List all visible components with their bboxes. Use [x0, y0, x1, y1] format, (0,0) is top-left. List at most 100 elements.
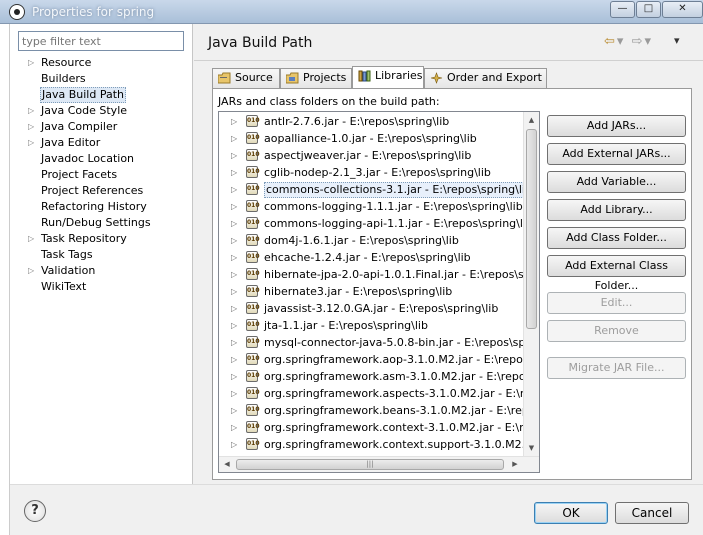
tab-libraries[interactable]: Libraries — [352, 66, 424, 88]
jar-list[interactable]: ▷ 010 antlr-2.7.6.jar - E:\repos\spring\li… — [218, 111, 540, 473]
help-icon[interactable]: ? — [24, 500, 46, 522]
jar-row[interactable]: ▷ 010 cglib-nodep-2.1_3.jar - E:\repos\spr… — [219, 164, 525, 181]
close-button[interactable]: ✕ — [662, 1, 703, 18]
jar-file-icon: 010 — [246, 285, 260, 297]
jar-row[interactable]: ▷ 010 javassist-3.12.0.GA.jar - E:\repos\s… — [219, 300, 525, 317]
expand-arrow-icon[interactable]: ▷ — [28, 103, 34, 119]
tab-order-and-export[interactable]: Order and Export — [424, 68, 547, 88]
remove-button[interactable]: Remove — [547, 320, 686, 342]
add-jars-button[interactable]: Add JARs... — [547, 115, 686, 137]
add-external-jars-button[interactable]: Add External JARs... — [547, 143, 686, 165]
expand-arrow-icon[interactable]: ▷ — [231, 368, 237, 385]
nav-item[interactable]: ▷ Java Compiler — [10, 119, 193, 135]
forward-arrow-icon[interactable]: ⇨ — [632, 34, 645, 49]
scroll-left-icon[interactable]: ◀ — [219, 457, 235, 472]
nav-item[interactable]: Builders — [10, 71, 193, 87]
nav-item[interactable]: ▷ Java Code Style — [10, 103, 193, 119]
expand-arrow-icon[interactable]: ▷ — [231, 419, 237, 436]
nav-item[interactable]: ▷ Resource — [10, 55, 193, 71]
expand-arrow-icon[interactable]: ▷ — [28, 231, 34, 247]
nav-item[interactable]: Refactoring History — [10, 199, 193, 215]
expand-arrow-icon[interactable]: ▷ — [231, 215, 237, 232]
scroll-right-icon[interactable]: ▶ — [507, 457, 523, 472]
expand-arrow-icon[interactable]: ▷ — [231, 317, 237, 334]
tab-projects[interactable]: Projects — [280, 68, 352, 88]
nav-item[interactable]: Run/Debug Settings — [10, 215, 193, 231]
back-arrow-icon[interactable]: ⇦ — [604, 34, 617, 49]
ok-button[interactable]: OK — [534, 502, 608, 524]
expand-arrow-icon[interactable]: ▷ — [231, 130, 237, 147]
expand-arrow-icon[interactable]: ▷ — [231, 436, 237, 453]
tab-source[interactable]: Source — [212, 68, 280, 88]
expand-arrow-icon[interactable]: ▷ — [28, 263, 34, 279]
expand-arrow-icon[interactable]: ▷ — [231, 249, 237, 266]
migrate-jar-button[interactable]: Migrate JAR File... — [547, 357, 686, 379]
nav-item[interactable]: ▷ Java Editor — [10, 135, 193, 151]
expand-arrow-icon[interactable]: ▷ — [231, 181, 237, 198]
jar-row[interactable]: ▷ 010 org.springframework.aop-3.1.0.M2.jar… — [219, 351, 525, 368]
add-library-button[interactable]: Add Library... — [547, 199, 686, 221]
jar-row[interactable]: ▷ 010 org.springframework.asm-3.1.0.M2.jar… — [219, 368, 525, 385]
nav-item[interactable]: Project Facets — [10, 167, 193, 183]
jar-row[interactable]: ▷ 010 aopalliance-1.0.jar - E:\repos\sprin… — [219, 130, 525, 147]
nav-item-label: WikiText — [41, 280, 87, 293]
expand-arrow-icon[interactable]: ▷ — [28, 119, 34, 135]
back-dropdown-icon[interactable]: ▾ — [617, 34, 626, 49]
expand-arrow-icon[interactable]: ▷ — [231, 164, 237, 181]
add-external-class-folder-button[interactable]: Add External Class Folder... — [547, 255, 686, 292]
tab-source-label: Source — [235, 71, 273, 84]
expand-arrow-icon[interactable]: ▷ — [231, 147, 237, 164]
cancel-button[interactable]: Cancel — [615, 502, 689, 524]
project-icon — [286, 72, 299, 84]
nav-item[interactable]: Task Tags — [10, 247, 193, 263]
expand-arrow-icon[interactable]: ▷ — [231, 402, 237, 419]
jar-row[interactable]: ▷ 010 org.springframework.context.support-… — [219, 436, 525, 453]
jar-row[interactable]: ▷ 010 dom4j-1.6.1.jar - E:\repos\spring\li… — [219, 232, 525, 249]
add-class-folder-button[interactable]: Add Class Folder... — [547, 227, 686, 249]
filter-input[interactable] — [18, 31, 184, 51]
jar-row[interactable]: ▷ 010 ehcache-1.2.4.jar - E:\repos\spring\… — [219, 249, 525, 266]
expand-arrow-icon[interactable]: ▷ — [231, 351, 237, 368]
maximize-button[interactable]: □ — [636, 1, 661, 18]
nav-item[interactable]: Project References — [10, 183, 193, 199]
background-window-edge — [0, 24, 10, 535]
jar-row[interactable]: ▷ 010 hibernate3.jar - E:\repos\spring\lib — [219, 283, 525, 300]
expand-arrow-icon[interactable]: ▷ — [231, 232, 237, 249]
expand-arrow-icon[interactable]: ▷ — [231, 300, 237, 317]
vertical-scrollbar[interactable]: ▲ ▼ — [523, 112, 539, 456]
jar-row[interactable]: ▷ 010 jta-1.1.jar - E:\repos\spring\lib — [219, 317, 525, 334]
view-menu-icon[interactable]: ▾ — [674, 34, 680, 47]
expand-arrow-icon[interactable]: ▷ — [28, 135, 34, 151]
jar-row[interactable]: ▷ 010 hibernate-jpa-2.0-api-1.0.1.Final.ja… — [219, 266, 525, 283]
nav-item[interactable]: ▷ Task Repository — [10, 231, 193, 247]
horizontal-scroll-thumb[interactable]: ||| — [236, 459, 504, 470]
expand-arrow-icon[interactable]: ▷ — [231, 266, 237, 283]
jar-row[interactable]: ▷ 010 mysql-connector-java-5.0.8-bin.jar -… — [219, 334, 525, 351]
jar-row[interactable]: ▷ 010 org.springframework.context-3.1.0.M2… — [219, 419, 525, 436]
jar-row[interactable]: ▷ 010 org.springframework.aspects-3.1.0.M2… — [219, 385, 525, 402]
nav-item[interactable]: ▷ Validation — [10, 263, 193, 279]
jar-row[interactable]: ▷ 010 commons-logging-api-1.1.jar - E:\rep… — [219, 215, 525, 232]
minimize-button[interactable]: — — [610, 1, 635, 18]
vertical-scroll-thumb[interactable] — [526, 129, 537, 329]
nav-item[interactable]: Java Build Path — [10, 87, 193, 103]
nav-item[interactable]: Javadoc Location — [10, 151, 193, 167]
expand-arrow-icon[interactable]: ▷ — [231, 113, 237, 130]
jar-row[interactable]: ▷ 010 aspectjweaver.jar - E:\repos\spring\… — [219, 147, 525, 164]
scroll-up-icon[interactable]: ▲ — [524, 112, 539, 128]
expand-arrow-icon[interactable]: ▷ — [231, 283, 237, 300]
nav-item[interactable]: WikiText — [10, 279, 193, 295]
horizontal-scrollbar[interactable]: ◀ ||| ▶ — [219, 456, 539, 472]
expand-arrow-icon[interactable]: ▷ — [231, 334, 237, 351]
jar-row[interactable]: ▷ 010 org.springframework.beans-3.1.0.M2.j… — [219, 402, 525, 419]
scroll-down-icon[interactable]: ▼ — [524, 440, 539, 456]
add-variable-button[interactable]: Add Variable... — [547, 171, 686, 193]
jar-row[interactable]: ▷ 010 commons-logging-1.1.1.jar - E:\repos… — [219, 198, 525, 215]
jar-row[interactable]: ▷ 010 antlr-2.7.6.jar - E:\repos\spring\li… — [219, 113, 525, 130]
forward-dropdown-icon[interactable]: ▾ — [644, 34, 653, 49]
expand-arrow-icon[interactable]: ▷ — [28, 55, 34, 71]
edit-button[interactable]: Edit... — [547, 292, 686, 314]
jar-row[interactable]: ▷ 010 commons-collections-3.1.jar - E:\rep… — [219, 181, 525, 198]
expand-arrow-icon[interactable]: ▷ — [231, 385, 237, 402]
expand-arrow-icon[interactable]: ▷ — [231, 198, 237, 215]
